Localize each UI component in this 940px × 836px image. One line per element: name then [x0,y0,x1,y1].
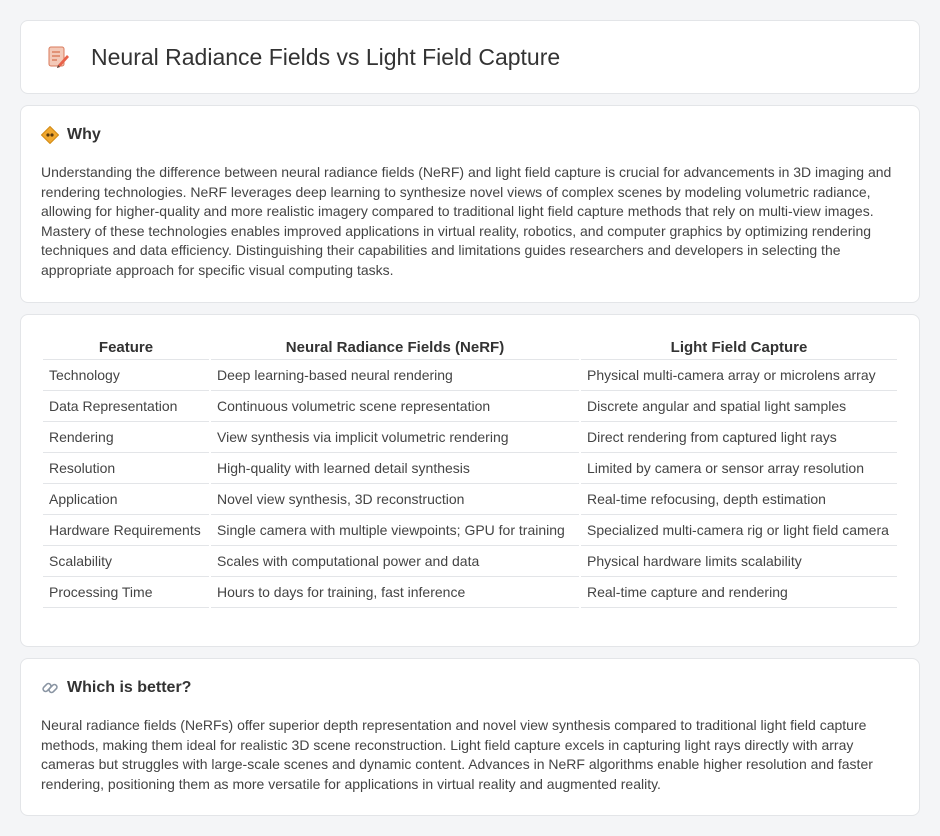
comparison-table: Feature Neural Radiance Fields (NeRF) Li… [41,335,899,608]
table-cell-feature: Processing Time [43,577,209,608]
table-cell-light-field: Real-time refocusing, depth estimation [581,484,897,515]
table-cell-light-field: Physical hardware limits scalability [581,546,897,577]
table-row: Data Representation Continuous volumetri… [43,391,897,422]
comparison-table-card: Feature Neural Radiance Fields (NeRF) Li… [20,314,920,647]
diamond-sign-icon [41,126,59,144]
table-cell-feature: Rendering [43,422,209,453]
header-light-field: Light Field Capture [581,335,897,360]
table-cell-feature: Application [43,484,209,515]
document-pencil-icon [45,44,71,70]
table-cell-nerf: Novel view synthesis, 3D reconstruction [211,484,579,515]
table-row: Rendering View synthesis via implicit vo… [43,422,897,453]
table-cell-nerf: Continuous volumetric scene representati… [211,391,579,422]
table-cell-light-field: Direct rendering from captured light ray… [581,422,897,453]
which-is-better-section: Which is better? Neural radiance fields … [20,658,920,816]
table-cell-light-field: Real-time capture and rendering [581,577,897,608]
table-cell-nerf: Single camera with multiple viewpoints; … [211,515,579,546]
table-cell-nerf: High-quality with learned detail synthes… [211,453,579,484]
table-cell-light-field: Discrete angular and spatial light sampl… [581,391,897,422]
why-title: Why [67,126,101,143]
table-row: Scalability Scales with computational po… [43,546,897,577]
table-row: Hardware Requirements Single camera with… [43,515,897,546]
table-row: Application Novel view synthesis, 3D rec… [43,484,897,515]
better-text: Neural radiance fields (NeRFs) offer sup… [41,717,873,792]
table-cell-feature: Data Representation [43,391,209,422]
page: Neural Radiance Fields vs Light Field Ca… [0,0,940,816]
table-cell-feature: Hardware Requirements [43,515,209,546]
header-nerf: Neural Radiance Fields (NeRF) [211,335,579,360]
page-title: Neural Radiance Fields vs Light Field Ca… [91,43,561,70]
table-cell-light-field: Physical multi-camera array or microlens… [581,360,897,391]
why-text: Understanding the difference between neu… [41,164,892,278]
table-row: Resolution High-quality with learned det… [43,453,897,484]
table-cell-feature: Scalability [43,546,209,577]
table-cell-feature: Resolution [43,453,209,484]
header-feature: Feature [43,335,209,360]
table-cell-nerf: Deep learning-based neural rendering [211,360,579,391]
table-cell-nerf: Scales with computational power and data [211,546,579,577]
why-heading: Why [41,126,899,144]
table-row: Processing Time Hours to days for traini… [43,577,897,608]
table-cell-nerf: Hours to days for training, fast inferen… [211,577,579,608]
link-icon [41,679,59,697]
table-row: Technology Deep learning-based neural re… [43,360,897,391]
table-header-row: Feature Neural Radiance Fields (NeRF) Li… [43,335,897,360]
table-cell-light-field: Limited by camera or sensor array resolu… [581,453,897,484]
header-card: Neural Radiance Fields vs Light Field Ca… [20,20,920,94]
why-section: Why Understanding the difference between… [20,105,920,303]
better-title: Which is better? [67,679,192,696]
table-cell-light-field: Specialized multi-camera rig or light fi… [581,515,897,546]
table-cell-feature: Technology [43,360,209,391]
table-cell-nerf: View synthesis via implicit volumetric r… [211,422,579,453]
better-heading: Which is better? [41,679,899,697]
